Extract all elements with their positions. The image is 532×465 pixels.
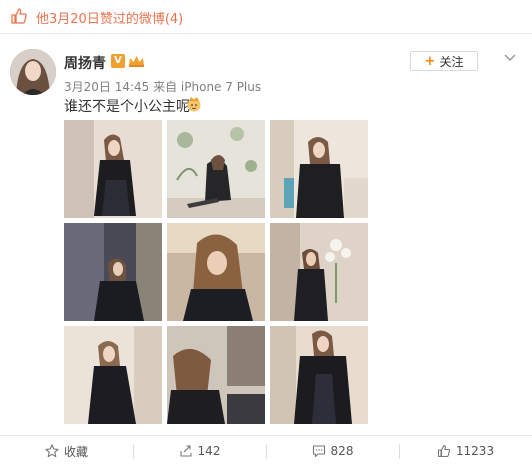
photo-7[interactable] <box>64 326 162 424</box>
action-bar: 收藏 142 828 11233 <box>0 435 532 465</box>
favorite-button[interactable]: 收藏 <box>0 436 133 465</box>
thumbs-up-icon <box>11 8 27 24</box>
comment-button[interactable]: 828 <box>266 436 399 465</box>
star-icon <box>45 444 59 458</box>
comment-count: 828 <box>330 444 354 458</box>
header-title[interactable]: 他3月20日赞过的微博(4) <box>36 8 183 27</box>
repost-icon <box>179 445 192 457</box>
repost-count: 142 <box>197 444 221 458</box>
repost-button[interactable]: 142 <box>133 436 266 465</box>
favorite-label: 收藏 <box>63 444 88 459</box>
post-meta: 3月20日 14:45 来自 iPhone 7 Plus <box>64 80 262 94</box>
photo-9[interactable] <box>270 326 368 424</box>
photo-4[interactable] <box>64 223 162 321</box>
photo-2[interactable] <box>167 120 265 218</box>
follow-button[interactable]: + 关注 <box>410 51 478 71</box>
follow-label: 关注 <box>439 54 464 69</box>
thumbs-up-icon <box>437 444 450 458</box>
verified-badge: V <box>111 54 125 68</box>
crown-icon <box>129 56 144 67</box>
follow-plus-icon: + <box>424 53 436 69</box>
avatar[interactable] <box>10 49 56 95</box>
photo-8[interactable] <box>167 326 265 424</box>
like-button[interactable]: 11233 <box>399 436 532 465</box>
chevron-down-icon[interactable] <box>503 53 517 63</box>
photo-5[interactable] <box>167 223 265 321</box>
photo-6[interactable] <box>270 223 368 321</box>
photo-3[interactable] <box>270 120 368 218</box>
photo-1[interactable] <box>64 120 162 218</box>
liked-weibo-header: 他3月20日赞过的微博(4) <box>0 0 532 34</box>
post-text: 谁还不是个小公主呢 <box>64 99 190 115</box>
like-count: 11233 <box>455 444 495 458</box>
username[interactable]: 周扬青 <box>64 53 106 73</box>
comment-icon <box>312 445 325 458</box>
princess-emoji-icon <box>187 97 201 112</box>
